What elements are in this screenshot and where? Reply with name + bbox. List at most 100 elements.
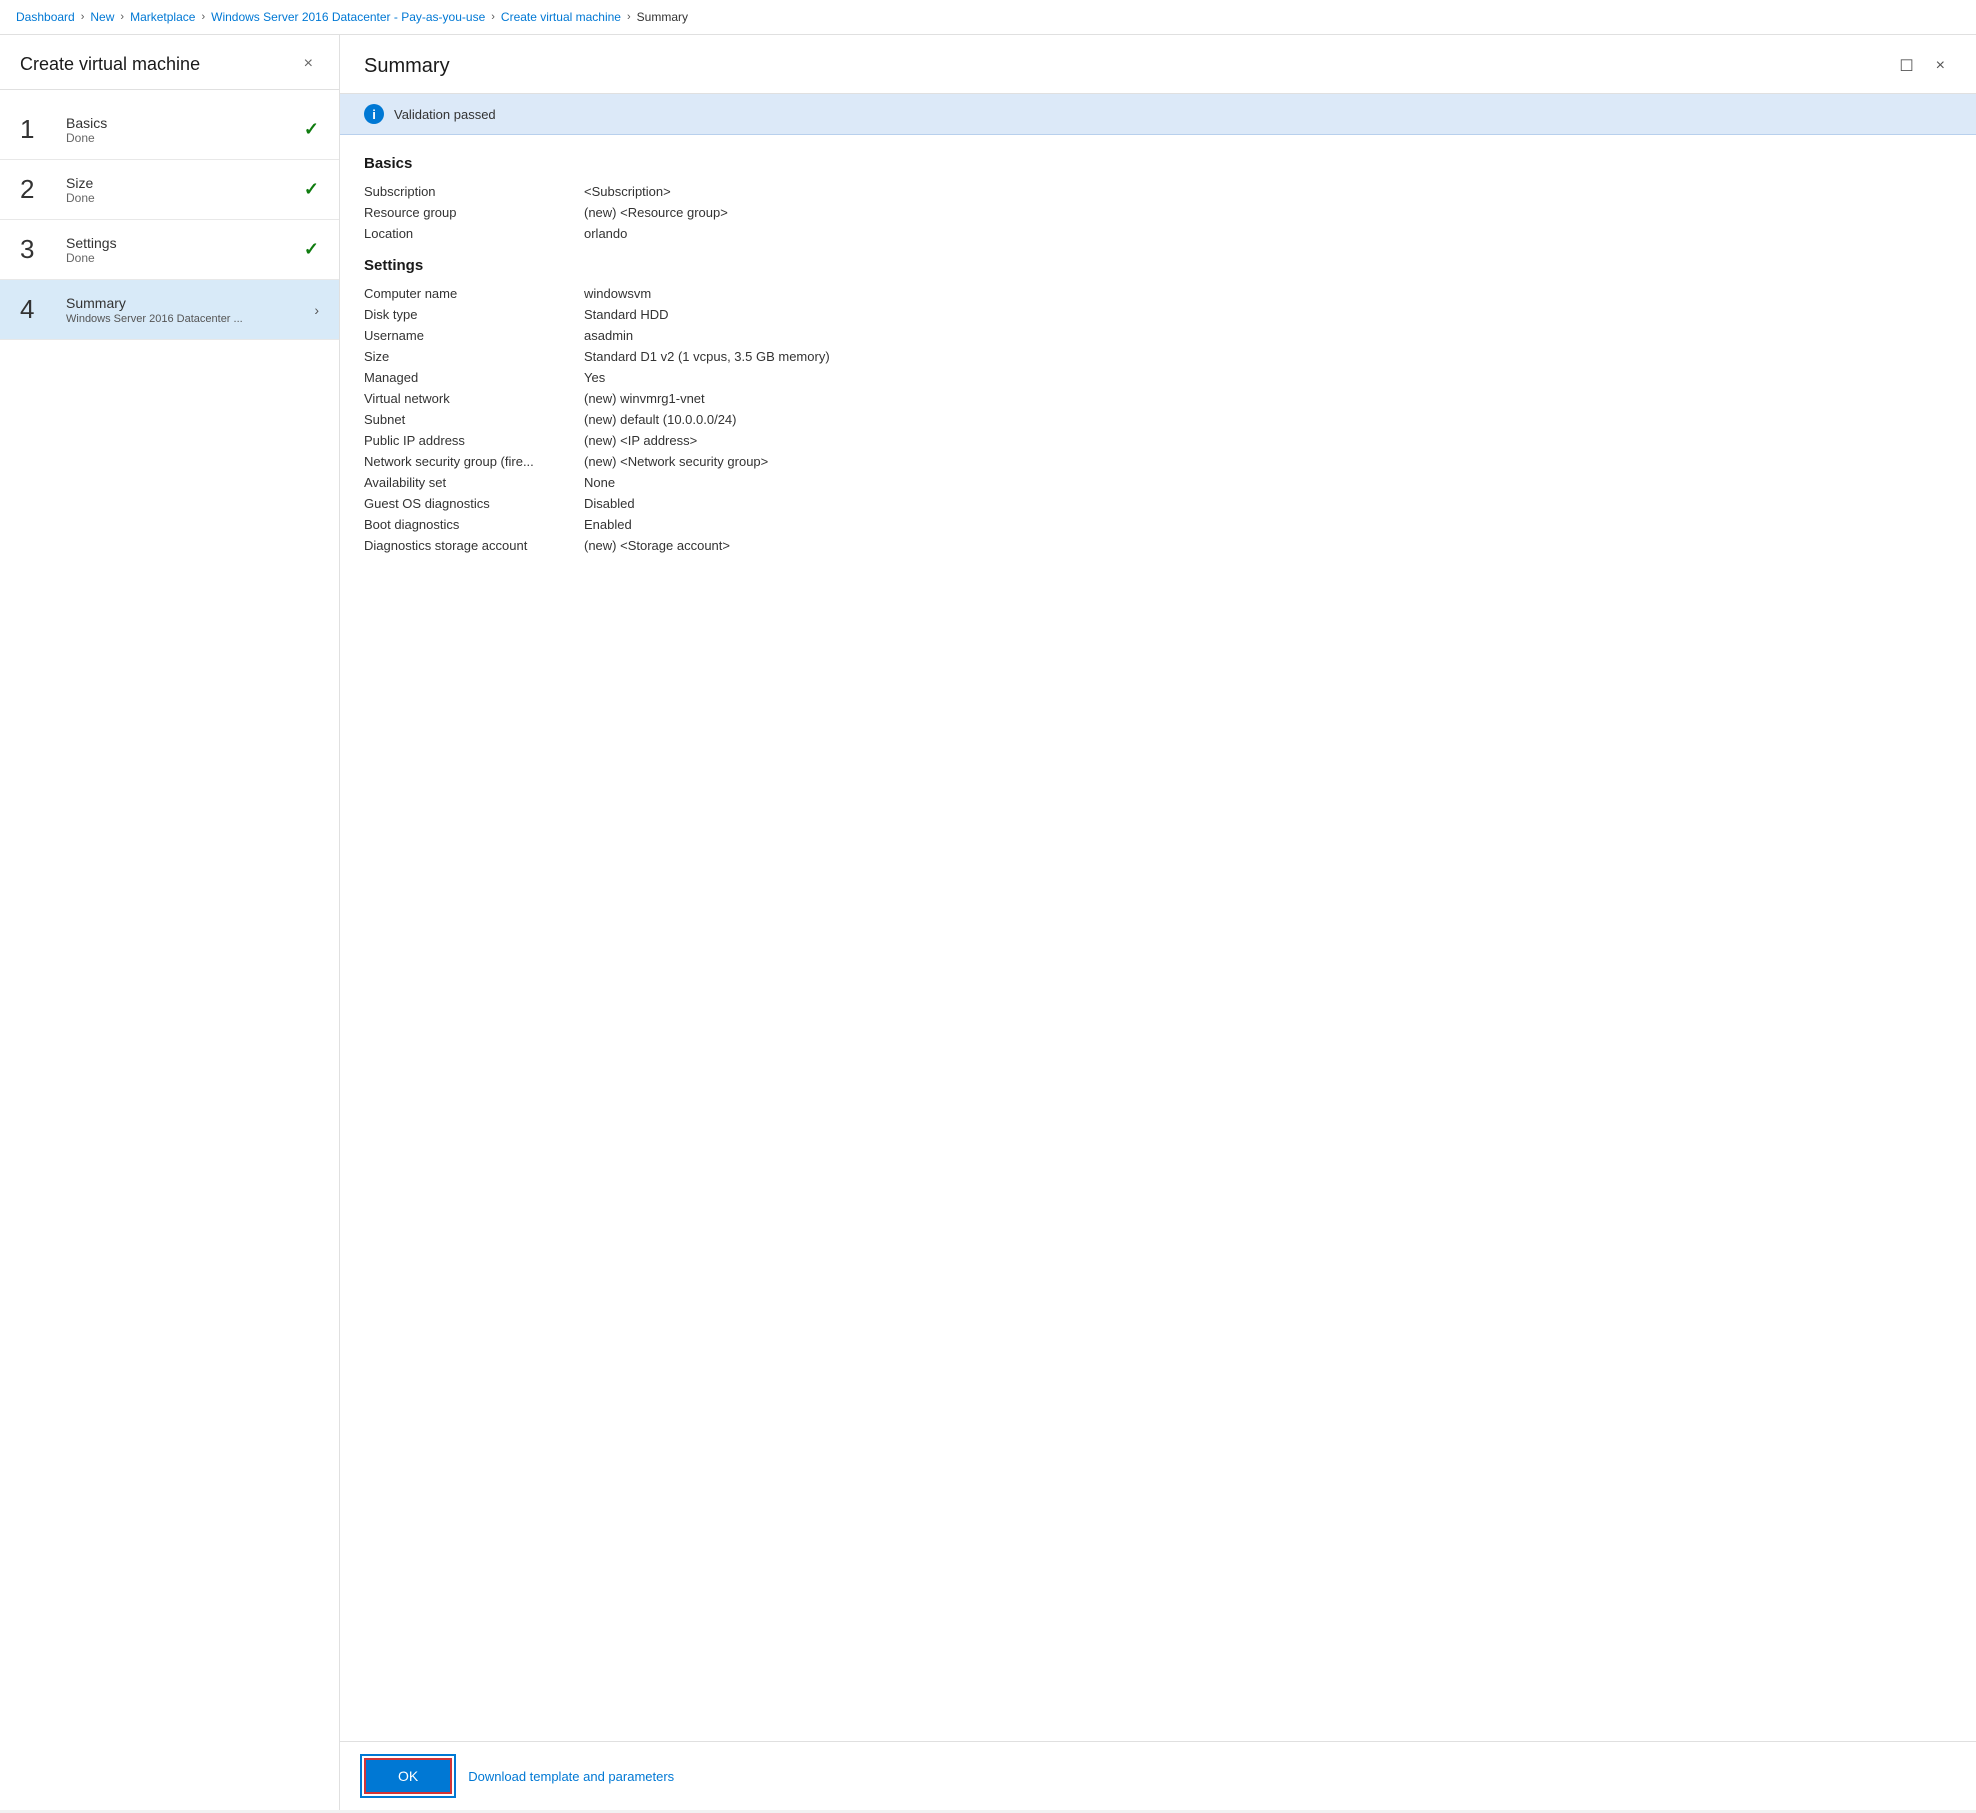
step-4-item[interactable]: 4 Summary Windows Server 2016 Datacenter… — [0, 280, 339, 340]
download-template-link[interactable]: Download template and parameters — [468, 1769, 674, 1784]
steps-list: 1 Basics Done ✓ 2 Size Done ✓ 3 — [0, 90, 339, 1810]
step-3-check: ✓ — [304, 239, 319, 260]
step-4-info: Summary Windows Server 2016 Datacenter .… — [66, 295, 314, 325]
guest-os-diagnostics-label: Guest OS diagnostics — [364, 496, 584, 511]
subscription-row: Subscription <Subscription> — [364, 184, 1952, 199]
step-4-subtitle: Windows Server 2016 Datacenter ... — [66, 313, 314, 325]
step-1-status: Done — [66, 131, 304, 145]
maximize-button[interactable]: ☐ — [1892, 53, 1920, 79]
left-panel-title: Create virtual machine — [20, 54, 200, 75]
right-panel-header: Summary ☐ × — [340, 35, 1976, 94]
resource-group-value: (new) <Resource group> — [584, 205, 728, 220]
resource-group-row: Resource group (new) <Resource group> — [364, 205, 1952, 220]
step-3-item[interactable]: 3 Settings Done ✓ — [0, 220, 339, 280]
left-panel-header: Create virtual machine × — [0, 35, 339, 90]
virtual-network-row: Virtual network (new) winvmrg1-vnet — [364, 391, 1952, 406]
disk-type-value: Standard HDD — [584, 307, 669, 322]
validation-icon: i — [364, 104, 384, 124]
username-row: Username asadmin — [364, 328, 1952, 343]
step-2-status: Done — [66, 191, 304, 205]
step-1-check: ✓ — [304, 119, 319, 140]
main-container: Create virtual machine × 1 Basics Done ✓… — [0, 35, 1976, 1810]
username-label: Username — [364, 328, 584, 343]
step-2-name: Size — [66, 175, 304, 191]
size-row: Size Standard D1 v2 (1 vcpus, 3.5 GB mem… — [364, 349, 1952, 364]
virtual-network-value: (new) winvmrg1-vnet — [584, 391, 705, 406]
location-value: orlando — [584, 226, 627, 241]
public-ip-label: Public IP address — [364, 433, 584, 448]
computer-name-value: windowsvm — [584, 286, 651, 301]
summary-content: Basics Subscription <Subscription> Resou… — [340, 135, 1976, 1741]
subnet-label: Subnet — [364, 412, 584, 427]
location-label: Location — [364, 226, 584, 241]
basics-section: Basics Subscription <Subscription> Resou… — [364, 155, 1952, 241]
resource-group-label: Resource group — [364, 205, 584, 220]
breadcrumb-sep-1: › — [81, 11, 85, 23]
subscription-value: <Subscription> — [584, 184, 671, 199]
left-panel: Create virtual machine × 1 Basics Done ✓… — [0, 35, 340, 1810]
size-value: Standard D1 v2 (1 vcpus, 3.5 GB memory) — [584, 349, 830, 364]
right-panel-close-button[interactable]: × — [1929, 53, 1952, 79]
breadcrumb-marketplace[interactable]: Marketplace — [130, 10, 195, 24]
step-1-item[interactable]: 1 Basics Done ✓ — [0, 100, 339, 160]
diagnostics-storage-value: (new) <Storage account> — [584, 538, 730, 553]
boot-diagnostics-label: Boot diagnostics — [364, 517, 584, 532]
step-3-number: 3 — [20, 234, 56, 265]
step-1-info: Basics Done — [66, 115, 304, 145]
subnet-row: Subnet (new) default (10.0.0.0/24) — [364, 412, 1952, 427]
managed-row: Managed Yes — [364, 370, 1952, 385]
guest-os-diagnostics-row: Guest OS diagnostics Disabled — [364, 496, 1952, 511]
breadcrumb-dashboard[interactable]: Dashboard — [16, 10, 75, 24]
step-3-info: Settings Done — [66, 235, 304, 265]
nsg-value: (new) <Network security group> — [584, 454, 768, 469]
guest-os-diagnostics-value: Disabled — [584, 496, 635, 511]
right-panel-footer: OK Download template and parameters — [340, 1741, 1976, 1810]
availability-set-row: Availability set None — [364, 475, 1952, 490]
validation-text: Validation passed — [394, 107, 496, 122]
step-2-number: 2 — [20, 174, 56, 205]
breadcrumb-product[interactable]: Windows Server 2016 Datacenter - Pay-as-… — [211, 10, 485, 24]
step-2-item[interactable]: 2 Size Done ✓ — [0, 160, 339, 220]
step-4-name: Summary — [66, 295, 314, 311]
nsg-label: Network security group (fire... — [364, 454, 584, 469]
right-panel-title: Summary — [364, 55, 450, 78]
basics-section-title: Basics — [364, 155, 1952, 172]
username-value: asadmin — [584, 328, 633, 343]
managed-label: Managed — [364, 370, 584, 385]
disk-type-label: Disk type — [364, 307, 584, 322]
step-4-chevron: › — [314, 302, 319, 318]
step-3-status: Done — [66, 251, 304, 265]
size-label: Size — [364, 349, 584, 364]
step-2-check: ✓ — [304, 179, 319, 200]
ok-button[interactable]: OK — [364, 1758, 452, 1794]
breadcrumb-sep-4: › — [491, 11, 495, 23]
public-ip-row: Public IP address (new) <IP address> — [364, 433, 1952, 448]
breadcrumb-sep-5: › — [627, 11, 631, 23]
settings-section: Settings Computer name windowsvm Disk ty… — [364, 257, 1952, 553]
breadcrumb: Dashboard › New › Marketplace › Windows … — [0, 0, 1976, 35]
computer-name-label: Computer name — [364, 286, 584, 301]
validation-banner: i Validation passed — [340, 94, 1976, 135]
breadcrumb-sep-3: › — [201, 11, 205, 23]
breadcrumb-create-vm[interactable]: Create virtual machine — [501, 10, 621, 24]
breadcrumb-sep-2: › — [120, 11, 124, 23]
breadcrumb-new[interactable]: New — [90, 10, 114, 24]
step-3-name: Settings — [66, 235, 304, 251]
computer-name-row: Computer name windowsvm — [364, 286, 1952, 301]
public-ip-value: (new) <IP address> — [584, 433, 697, 448]
diagnostics-storage-row: Diagnostics storage account (new) <Stora… — [364, 538, 1952, 553]
right-panel: Summary ☐ × i Validation passed Basics S… — [340, 35, 1976, 1810]
boot-diagnostics-value: Enabled — [584, 517, 632, 532]
managed-value: Yes — [584, 370, 605, 385]
right-panel-actions: ☐ × — [1892, 53, 1952, 79]
availability-set-value: None — [584, 475, 615, 490]
virtual-network-label: Virtual network — [364, 391, 584, 406]
step-4-number: 4 — [20, 294, 56, 325]
step-1-name: Basics — [66, 115, 304, 131]
subnet-value: (new) default (10.0.0.0/24) — [584, 412, 736, 427]
settings-section-title: Settings — [364, 257, 1952, 274]
left-panel-close-button[interactable]: × — [298, 53, 319, 75]
disk-type-row: Disk type Standard HDD — [364, 307, 1952, 322]
availability-set-label: Availability set — [364, 475, 584, 490]
subscription-label: Subscription — [364, 184, 584, 199]
